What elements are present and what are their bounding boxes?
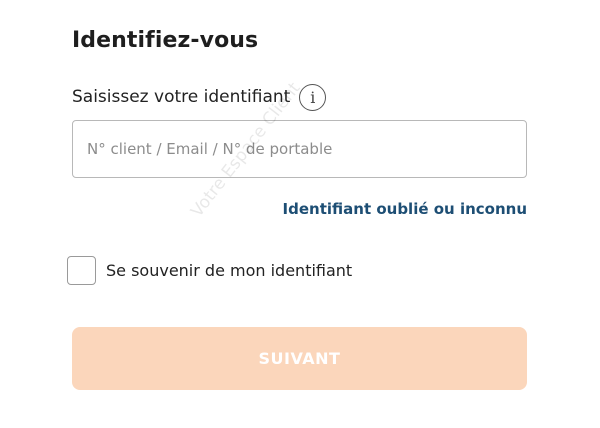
remember-row: Se souvenir de mon identifiant [67,256,352,285]
page-title: Identifiez-vous [72,28,259,53]
identifier-label: Saisissez votre identifiant [72,87,291,107]
identifier-label-row: Saisissez votre identifiant i [72,82,327,112]
submit-button[interactable]: SUIVANT [72,327,527,390]
info-icon[interactable]: i [299,83,327,111]
identifier-input[interactable] [72,120,527,178]
remember-label[interactable]: Se souvenir de mon identifiant [106,261,352,280]
forgot-identifier-link[interactable]: Identifiant oublié ou inconnu [283,200,527,218]
remember-checkbox[interactable] [67,256,96,285]
login-page: Identifiez-vous Saisissez votre identifi… [0,0,600,428]
